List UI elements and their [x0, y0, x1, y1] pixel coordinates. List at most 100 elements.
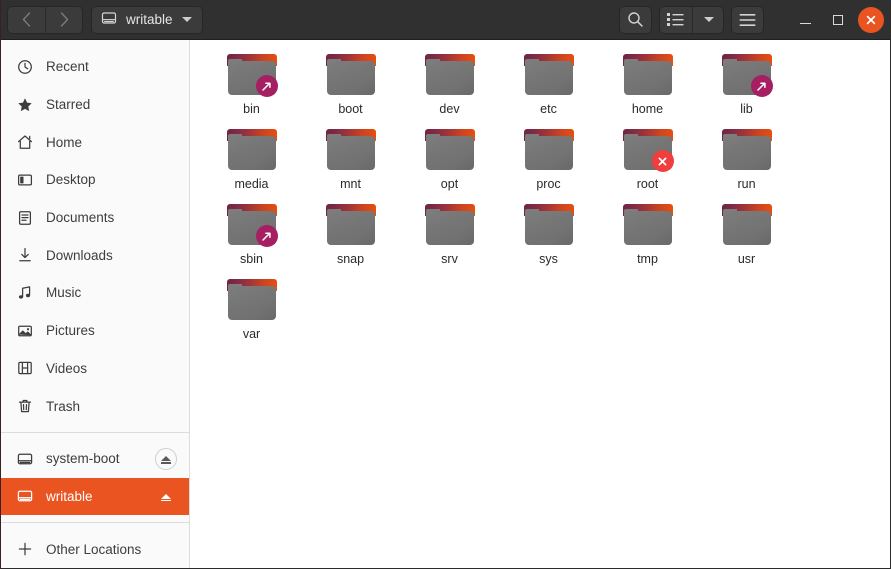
sidebar-item-label: Home — [46, 134, 83, 150]
sidebar-item-label: Starred — [46, 97, 91, 113]
sidebar-item-label: Videos — [46, 360, 88, 376]
file-item[interactable]: snap — [301, 200, 400, 275]
file-item[interactable]: run — [697, 125, 796, 200]
sidebar: Recent Starred Home Desktop Documents Downloa… — [1, 40, 190, 568]
file-label: home — [631, 102, 664, 116]
sidebar-item-other-locations[interactable]: Other Locations — [1, 530, 189, 568]
search-button[interactable] — [619, 5, 652, 34]
folder-icon — [325, 127, 377, 172]
file-label: mnt — [340, 177, 361, 191]
folder-icon — [523, 202, 575, 247]
file-label: sbin — [240, 252, 263, 266]
eject-button[interactable] — [155, 447, 177, 470]
eject-button[interactable] — [155, 485, 177, 507]
sidebar-item-music[interactable]: Music — [1, 274, 189, 312]
main-menu-button[interactable] — [731, 5, 764, 34]
folder-icon — [622, 52, 674, 97]
folder-icon — [325, 202, 377, 247]
symlink-emblem-icon — [255, 225, 278, 247]
file-item[interactable]: dev — [400, 50, 499, 125]
headerbar: writable — [1, 0, 890, 40]
sidebar-item-pictures[interactable]: Pictures — [1, 312, 189, 350]
file-item[interactable]: mnt — [301, 125, 400, 200]
drive-harddisk-icon — [17, 451, 33, 467]
file-item[interactable]: var — [202, 275, 301, 350]
videos-icon — [17, 360, 33, 376]
folder-icon — [622, 202, 674, 247]
symlink-emblem-icon — [750, 75, 773, 97]
sidebar-item-downloads[interactable]: Downloads — [1, 236, 189, 274]
file-item[interactable]: home — [598, 50, 697, 125]
folder-icon — [226, 202, 278, 247]
clock-icon — [17, 59, 33, 75]
folder-icon — [523, 52, 575, 97]
sidebar-item-label: Downloads — [46, 247, 113, 263]
forward-button[interactable] — [45, 5, 83, 34]
file-item[interactable]: usr — [697, 200, 796, 275]
file-item[interactable]: media — [202, 125, 301, 200]
file-label: proc — [536, 177, 561, 191]
file-label: opt — [440, 177, 459, 191]
documents-icon — [17, 210, 33, 226]
maximize-button[interactable] — [825, 7, 851, 33]
file-item[interactable]: root — [598, 125, 697, 200]
desktop-icon — [17, 172, 33, 188]
file-label: tmp — [637, 252, 658, 266]
file-item[interactable]: sys — [499, 200, 598, 275]
back-button[interactable] — [7, 6, 45, 34]
folder-icon — [622, 127, 674, 172]
sidebar-item-starred[interactable]: Starred — [1, 86, 189, 124]
close-button[interactable] — [858, 6, 884, 33]
file-label: usr — [737, 252, 756, 266]
symlink-emblem-icon — [255, 75, 278, 97]
sidebar-item-writable[interactable]: writable — [1, 477, 189, 516]
folder-icon — [721, 202, 773, 247]
file-item[interactable]: boot — [301, 50, 400, 125]
file-item[interactable]: tmp — [598, 200, 697, 275]
music-icon — [17, 285, 33, 301]
folder-icon — [226, 52, 278, 97]
sidebar-item-home[interactable]: Home — [1, 123, 189, 161]
view-options-dropdown[interactable] — [692, 5, 724, 34]
file-item[interactable]: opt — [400, 125, 499, 200]
file-item[interactable]: bin — [202, 50, 301, 125]
folder-icon — [424, 52, 476, 97]
folder-icon — [721, 127, 773, 172]
sidebar-item-label: Other Locations — [46, 541, 142, 557]
unreadable-emblem-icon — [651, 150, 674, 172]
sidebar-item-trash[interactable]: Trash — [1, 387, 189, 425]
sidebar-item-label: Documents — [46, 210, 115, 226]
file-label: var — [242, 327, 261, 341]
file-item[interactable]: etc — [499, 50, 598, 125]
sidebar-item-desktop[interactable]: Desktop — [1, 161, 189, 199]
file-manager-window: writable Recent Starred Home Desktop Doc… — [0, 0, 891, 569]
list-view-button[interactable] — [659, 6, 692, 34]
chevron-down-icon — [181, 17, 192, 22]
star-icon — [17, 97, 33, 113]
sidebar-item-label: Trash — [46, 398, 81, 414]
path-bar-button[interactable]: writable — [91, 5, 203, 34]
sidebar-item-videos[interactable]: Videos — [1, 350, 189, 388]
sidebar-separator — [1, 522, 189, 524]
folder-icon — [523, 127, 575, 172]
eject-icon — [161, 493, 171, 502]
file-item[interactable]: lib — [697, 50, 796, 125]
sidebar-item-documents[interactable]: Documents — [1, 199, 189, 237]
sidebar-item-label: Desktop — [46, 172, 96, 188]
folder-icon — [721, 52, 773, 97]
eject-icon — [161, 456, 171, 464]
file-label: media — [234, 177, 269, 191]
sidebar-item-system-boot[interactable]: system-boot — [1, 440, 189, 478]
minimize-button[interactable] — [792, 7, 818, 33]
file-item[interactable]: proc — [499, 125, 598, 200]
sidebar-item-recent[interactable]: Recent — [1, 48, 189, 86]
sidebar-separator — [1, 431, 189, 433]
file-label: etc — [540, 102, 557, 116]
sidebar-item-label: Pictures — [46, 323, 95, 339]
folder-icon — [325, 52, 377, 97]
navigation-button-group — [7, 5, 83, 34]
file-view[interactable]: bin boot dev etc home lib media mnt opt proc root r… — [190, 40, 890, 568]
file-item[interactable]: sbin — [202, 200, 301, 275]
file-item[interactable]: srv — [400, 200, 499, 275]
sidebar-item-label: writable — [46, 488, 93, 504]
